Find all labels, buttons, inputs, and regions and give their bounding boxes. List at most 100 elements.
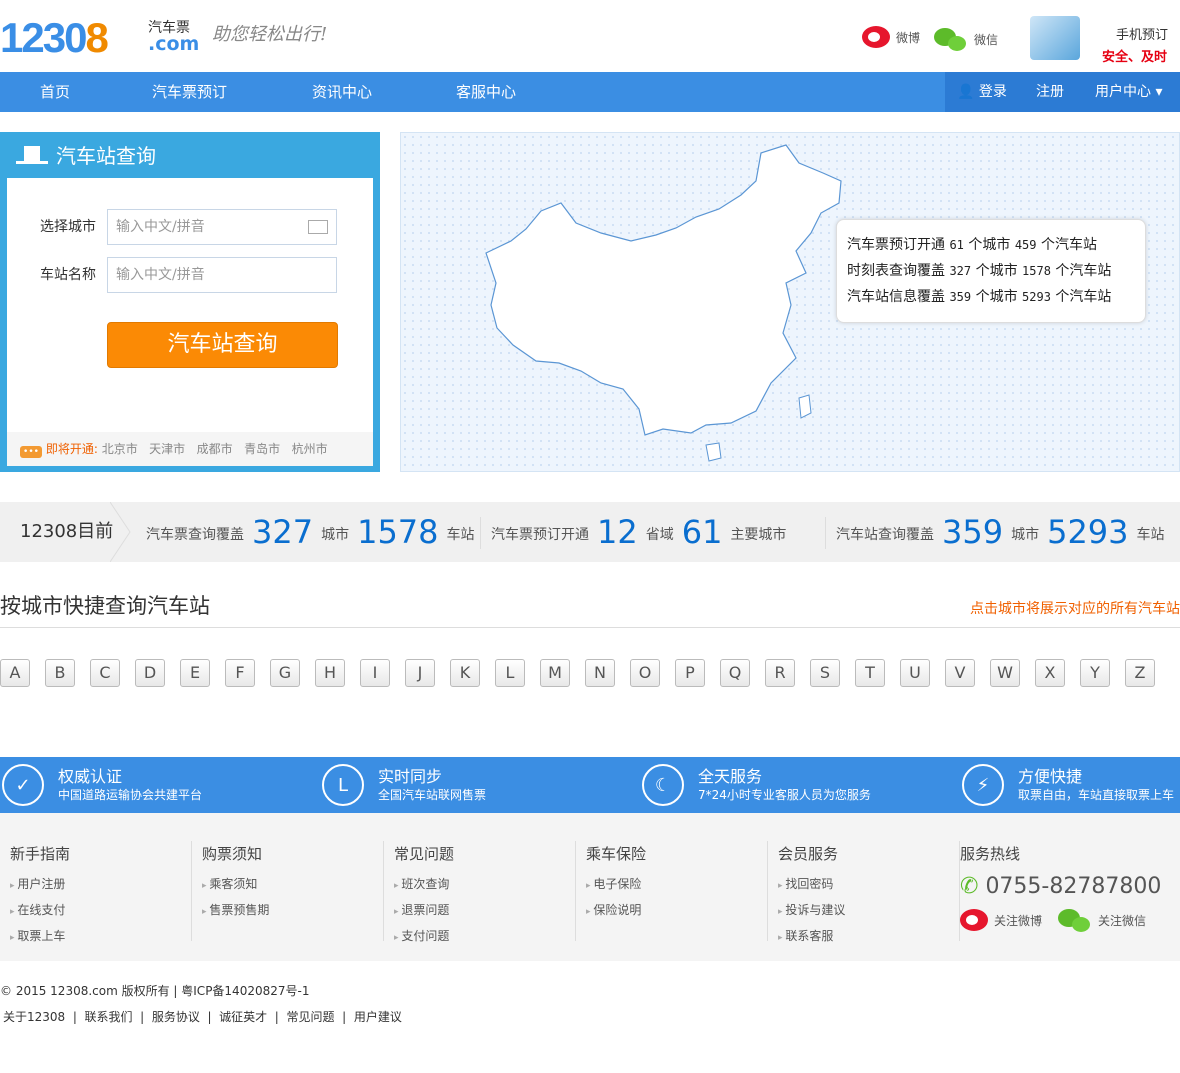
letter-button-d[interactable]: D <box>135 659 165 687</box>
bottom-link[interactable]: 关于12308 <box>3 1010 65 1024</box>
letter-button-t[interactable]: T <box>855 659 885 687</box>
letter-button-w[interactable]: W <box>990 659 1020 687</box>
footer-link[interactable]: 找回密码 <box>778 872 959 898</box>
footer-column-title: 新手指南 <box>10 845 71 863</box>
follow-weixin[interactable]: 关注微信 <box>1098 912 1146 929</box>
register-link[interactable]: 注册 <box>1036 72 1064 112</box>
soon-city[interactable]: 天津市 <box>149 442 185 456</box>
footer-link[interactable]: 取票上车 <box>10 924 191 950</box>
letter-button-f[interactable]: F <box>225 659 255 687</box>
bottom-link[interactable]: 用户建议 <box>354 1010 402 1024</box>
city-input[interactable]: 输入中文/拼音 <box>107 209 337 245</box>
weixin-label: 微信 <box>974 32 999 47</box>
bottom-link[interactable]: 常见问题 <box>286 1010 334 1024</box>
weixin-link[interactable]: 微信 <box>934 26 998 52</box>
letter-button-b[interactable]: B <box>45 659 75 687</box>
letter-button-y[interactable]: Y <box>1080 659 1110 687</box>
station-search-button[interactable]: 汽车站查询 <box>107 322 338 368</box>
station-input[interactable]: 输入中文/拼音 <box>107 257 337 293</box>
letter-button-p[interactable]: P <box>675 659 705 687</box>
letter-button-m[interactable]: M <box>540 659 570 687</box>
keyboard-icon[interactable] <box>308 220 328 234</box>
footer-column-title: 购票须知 <box>202 845 263 863</box>
letter-button-r[interactable]: R <box>765 659 795 687</box>
bottom-link[interactable]: 服务协议 <box>152 1010 200 1024</box>
separator: | <box>267 1010 287 1024</box>
nav-news[interactable]: 资讯中心 <box>312 72 372 112</box>
stats-bar: 12308目前 汽车票查询覆盖 327 城市 1578 车站 汽车票预订开通 12 省域 61… <box>0 502 1180 562</box>
footer-link[interactable]: 用户注册 <box>10 872 191 898</box>
soon-city[interactable]: 青岛市 <box>244 442 280 456</box>
footer-link[interactable]: 退票问题 <box>394 898 575 924</box>
feature-item: L 实时同步 全国汽车站联网售票 <box>322 757 486 813</box>
footer-link[interactable]: 联系客服 <box>778 924 959 950</box>
letter-button-v[interactable]: V <box>945 659 975 687</box>
letter-button-u[interactable]: U <box>900 659 930 687</box>
letter-button-i[interactable]: I <box>360 659 390 687</box>
footer-link[interactable]: 保险说明 <box>586 898 767 924</box>
footer-link[interactable]: 支付问题 <box>394 924 575 950</box>
soon-city[interactable]: 成都市 <box>197 442 233 456</box>
nav-booking[interactable]: 汽车票预订 <box>152 72 227 112</box>
footer-link[interactable]: 班次查询 <box>394 872 575 898</box>
mobile-title[interactable]: 手机预订 <box>1116 24 1168 43</box>
bottom-link[interactable]: 诚征英才 <box>219 1010 267 1024</box>
letter-button-a[interactable]: A <box>0 659 30 687</box>
stat-group-query: 汽车票查询覆盖 327 城市 1578 车站 <box>146 513 475 551</box>
nav-service[interactable]: 客服中心 <box>456 72 516 112</box>
logo-text: 汽车票 .com <box>148 20 200 55</box>
separator: | <box>65 1010 85 1024</box>
coming-soon-bar: ••• 即将开通: 北京市 天津市 成都市 青岛市 杭州市 <box>7 432 373 466</box>
letter-button-j[interactable]: J <box>405 659 435 687</box>
nav-home[interactable]: 首页 <box>40 72 70 112</box>
phone-image <box>1030 16 1080 60</box>
stat-group-booking: 汽车票预订开通 12 省域 61 主要城市 <box>491 513 787 551</box>
letter-button-l[interactable]: L <box>495 659 525 687</box>
footer-column-title: 会员服务 <box>778 845 839 863</box>
soon-city[interactable]: 北京市 <box>102 442 138 456</box>
quick-search-title: 按城市快捷查询汽车站 <box>0 594 210 618</box>
letter-button-z[interactable]: Z <box>1125 659 1155 687</box>
login-link[interactable]: 👤 登录 <box>957 72 1007 112</box>
user-bar: 👤 登录 注册 用户中心 ▾ <box>945 72 1180 112</box>
china-map: 汽车票预订开通 61 个城市 459 个汽车站 时刻表查询覆盖 327 个城市 … <box>400 132 1180 472</box>
footer-column: 新手指南用户注册在线支付取票上车 <box>0 841 192 943</box>
footer-link[interactable]: 乘客须知 <box>202 872 383 898</box>
letter-button-s[interactable]: S <box>810 659 840 687</box>
panel-title: 汽车站查询 <box>56 144 156 168</box>
letter-button-k[interactable]: K <box>450 659 480 687</box>
footer-link[interactable]: 在线支付 <box>10 898 191 924</box>
letter-button-q[interactable]: Q <box>720 659 750 687</box>
divider <box>480 517 481 549</box>
divider <box>0 627 1180 628</box>
footer-links: 新手指南用户注册在线支付取票上车购票须知乘客须知售票预售期常见问题班次查询退票问… <box>0 813 1180 961</box>
feature-item: ☾ 全天服务 7*24小时专业客服人员为您服务 <box>642 757 871 813</box>
bottom-link[interactable]: 联系我们 <box>85 1010 133 1024</box>
letter-button-h[interactable]: H <box>315 659 345 687</box>
letter-button-x[interactable]: X <box>1035 659 1065 687</box>
user-icon: 👤 <box>957 84 975 100</box>
footer-link[interactable]: 售票预售期 <box>202 898 383 924</box>
follow-weibo[interactable]: 关注微博 <box>994 912 1042 929</box>
soon-city[interactable]: 杭州市 <box>292 442 328 456</box>
logo[interactable]: 12308 <box>0 17 109 59</box>
quick-search-hint: 点击城市将展示对应的所有汽车站 <box>970 601 1180 617</box>
letter-button-e[interactable]: E <box>180 659 210 687</box>
letter-button-g[interactable]: G <box>270 659 300 687</box>
bottom-links: 关于12308 | 联系我们 | 服务协议 | 诚征英才 | 常见问题 | 用户… <box>3 1008 402 1025</box>
footer-link[interactable]: 投诉与建议 <box>778 898 959 924</box>
letter-button-n[interactable]: N <box>585 659 615 687</box>
separator: | <box>199 1010 220 1024</box>
caret-down-icon: ▾ <box>1155 84 1163 100</box>
moon-icon: ☾ <box>642 764 684 806</box>
footer-column: 乘车保险电子保险保险说明 <box>576 841 768 941</box>
weibo-link[interactable]: 微博 <box>862 26 920 48</box>
letter-button-o[interactable]: O <box>630 659 660 687</box>
features-bar: ✓ 权威认证 中国道路运输协会共建平台 L 实时同步 全国汽车站联网售票 ☾ 全天服务 7*… <box>0 757 1180 813</box>
user-center-menu[interactable]: 用户中心 ▾ <box>1095 72 1162 112</box>
letter-button-c[interactable]: C <box>90 659 120 687</box>
weibo-icon <box>862 26 890 48</box>
station-label: 车站名称 <box>40 267 96 283</box>
footer-link[interactable]: 电子保险 <box>586 872 767 898</box>
clock-icon: L <box>322 764 364 806</box>
